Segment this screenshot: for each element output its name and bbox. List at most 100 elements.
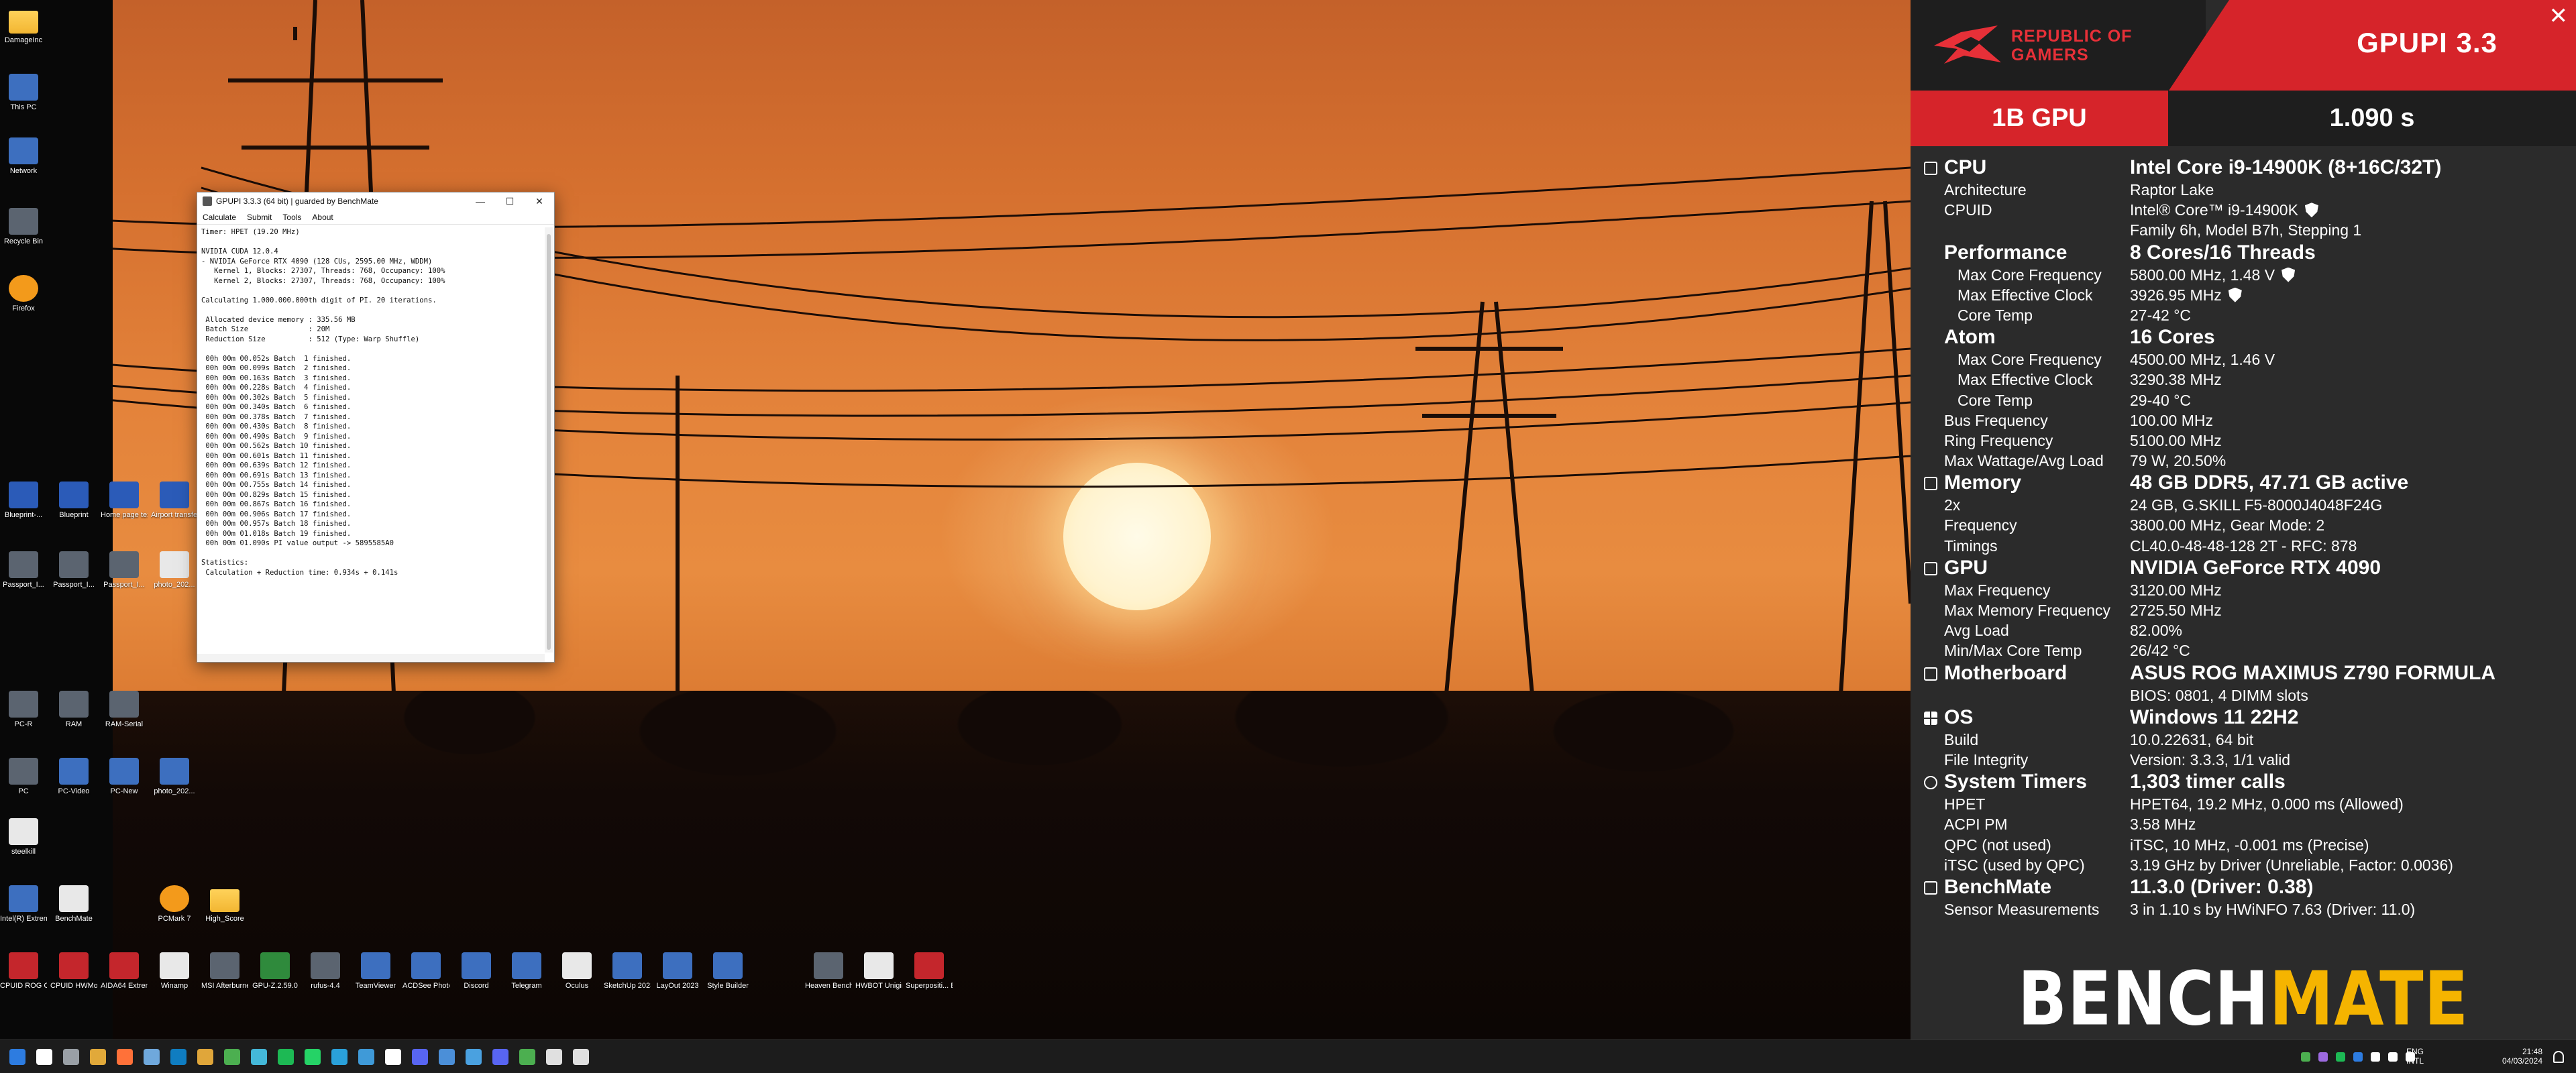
info-value-text: 79 W, 20.50% <box>2130 452 2226 470</box>
taskbar-app-icon[interactable] <box>144 1049 160 1065</box>
desktop-icon[interactable]: ACDSee Photo Stud... <box>402 952 449 990</box>
desktop-icon[interactable]: DamageInc <box>0 7 47 44</box>
vertical-scrollbar[interactable] <box>545 227 553 653</box>
desktop-icon[interactable]: Intel(R) Extreme Tu... <box>0 885 47 923</box>
info-key: ACPI PM <box>1944 815 2008 834</box>
desktop-icon[interactable]: PCMark 7 <box>151 885 198 923</box>
close-icon[interactable]: ✕ <box>2549 3 2569 30</box>
taskbar-app-icon[interactable] <box>546 1049 562 1065</box>
desktop-icon[interactable]: RAM <box>50 691 97 728</box>
desktop-icon[interactable]: High_Score <box>201 885 248 923</box>
taskbar-app-icon[interactable] <box>251 1049 267 1065</box>
tray-icon[interactable] <box>2388 1052 2398 1062</box>
tray-icon[interactable] <box>2353 1052 2363 1062</box>
scrollbar-thumb[interactable] <box>547 234 551 650</box>
search-icon[interactable] <box>36 1049 52 1065</box>
desktop-icon[interactable]: TeamViewer <box>352 952 399 990</box>
desktop-icon[interactable]: PC <box>0 758 47 795</box>
menu-about[interactable]: About <box>312 213 333 222</box>
desktop-icon[interactable]: Passport_I... <box>50 551 97 589</box>
app-app-icon <box>9 885 38 912</box>
desktop-icon[interactable]: Telegram <box>503 952 550 990</box>
desktop-icon[interactable]: Oculus <box>553 952 600 990</box>
gpupi-window[interactable]: GPUPI 3.3.3 (64 bit) | guarded by BenchM… <box>197 192 555 663</box>
desktop-icon[interactable]: Style Builder <box>704 952 751 990</box>
taskbar-app-icon[interactable] <box>197 1049 213 1065</box>
maximize-button[interactable]: ☐ <box>495 192 525 210</box>
desktop-icon[interactable]: photo_202... <box>151 551 198 589</box>
desktop-icon[interactable]: LayOut 2023 <box>654 952 701 990</box>
info-value: 5100.00 MHz <box>2130 431 2222 451</box>
desktop-icon[interactable]: Discord <box>453 952 500 990</box>
close-button[interactable]: ✕ <box>525 192 554 210</box>
desktop-icon[interactable]: PC-R <box>0 691 47 728</box>
desktop-icon[interactable]: GPU-Z.2.59.0 <box>252 952 299 990</box>
desktop-icon[interactable]: BenchMate <box>50 885 97 923</box>
taskbar-app-icon[interactable] <box>466 1049 482 1065</box>
tray-icon[interactable] <box>2406 1052 2415 1062</box>
info-key: OS <box>1944 705 1974 728</box>
desktop-icon[interactable]: Airport transfer p... <box>151 482 198 519</box>
menu-calculate[interactable]: Calculate <box>203 213 236 222</box>
desktop-icon[interactable]: rufus-4.4 <box>302 952 349 990</box>
desktop-icon[interactable]: AIDA64 Extreme <box>101 952 148 990</box>
start-menu-icon[interactable] <box>9 1049 25 1065</box>
tray-icon[interactable] <box>2336 1052 2345 1062</box>
taskbar-app-icon[interactable] <box>331 1049 347 1065</box>
taskbar-app-icon[interactable] <box>519 1049 535 1065</box>
desktop-icon[interactable]: MSI Afterburner <box>201 952 248 990</box>
desktop-icon[interactable]: Network <box>0 137 47 175</box>
taskbar-app-icon[interactable] <box>224 1049 240 1065</box>
desktop-icon[interactable]: CPUID ROG CPU-Z <box>0 952 47 990</box>
minimize-button[interactable]: — <box>466 192 495 210</box>
tray-icon[interactable] <box>2371 1052 2380 1062</box>
desktop-icon[interactable]: Firefox <box>0 275 47 313</box>
taskbar-app-icon[interactable] <box>278 1049 294 1065</box>
taskbar-app-icon[interactable] <box>492 1049 508 1065</box>
desktop-icon[interactable]: This PC <box>0 74 47 111</box>
desktop-icon-label: ACDSee Photo Stud... <box>402 982 449 990</box>
info-key: Max Effective Clock <box>1957 371 2093 389</box>
taskbar-app-icon[interactable] <box>63 1049 79 1065</box>
notification-bell-icon[interactable] <box>2553 1051 2564 1063</box>
taskbar-app-icon[interactable] <box>170 1049 186 1065</box>
gpupi-titlebar[interactable]: GPUPI 3.3.3 (64 bit) | guarded by BenchM… <box>197 192 554 210</box>
desktop-icon[interactable]: Superpositi... Benchmark <box>906 952 953 990</box>
taskbar-app-icon[interactable] <box>412 1049 428 1065</box>
desktop-icon[interactable]: CPUID HWMonitor <box>50 952 97 990</box>
tray-icon[interactable] <box>2301 1052 2310 1062</box>
menu-tools[interactable]: Tools <box>282 213 301 222</box>
info-value: 3290.38 MHz <box>2130 370 2222 390</box>
desktop-icon[interactable]: Recycle Bin <box>0 208 47 245</box>
taskbar-app-icon[interactable] <box>573 1049 589 1065</box>
desktop-icon[interactable]: photo_202... <box>151 758 198 795</box>
desktop-icon[interactable]: Home page text - Key... <box>101 482 148 519</box>
info-row: Sensor Measurements 3 in 1.10 s by HWiNFO… <box>1911 899 2576 919</box>
desktop-icon[interactable]: HWBOT Unigine ... <box>855 952 902 990</box>
desktop-icon[interactable]: Blueprint <box>50 482 97 519</box>
clock[interactable]: 21:48 04/03/2024 <box>2489 1047 2542 1066</box>
desktop-icon[interactable]: Winamp <box>151 952 198 990</box>
taskbar-app-icon[interactable] <box>305 1049 321 1065</box>
desktop-icon[interactable]: SketchUp 2023 <box>604 952 651 990</box>
horizontal-scrollbar[interactable] <box>197 654 545 662</box>
desktop-icon[interactable]: PC-Video <box>50 758 97 795</box>
desktop-icon[interactable]: Passport_I... <box>101 551 148 589</box>
desktop-icon[interactable]: Blueprint-... <box>0 482 47 519</box>
desktop-icon[interactable]: Heaven Benchma... <box>805 952 852 990</box>
tray-icon[interactable] <box>2318 1052 2328 1062</box>
desktop-icon[interactable]: RAM-Serial <box>101 691 148 728</box>
taskbar-app-icon[interactable] <box>117 1049 133 1065</box>
taskbar-app-icon[interactable] <box>385 1049 401 1065</box>
desktop-icon[interactable]: Passport_I... <box>0 551 47 589</box>
info-value-text: 1,303 timer calls <box>2130 771 2286 793</box>
desktop-icon-label: PCMark 7 <box>158 915 191 923</box>
menu-submit[interactable]: Submit <box>247 213 272 222</box>
desktop-icon-label: BenchMate <box>55 915 93 923</box>
taskbar-app-icon[interactable] <box>358 1049 374 1065</box>
taskbar-app-icon[interactable] <box>90 1049 106 1065</box>
system-tray: ENG INTL 21:48 04/03/2024 <box>2288 1040 2569 1073</box>
desktop-icon[interactable]: steelkill <box>0 818 47 856</box>
taskbar-app-icon[interactable] <box>439 1049 455 1065</box>
desktop-icon[interactable]: PC-New <box>101 758 148 795</box>
